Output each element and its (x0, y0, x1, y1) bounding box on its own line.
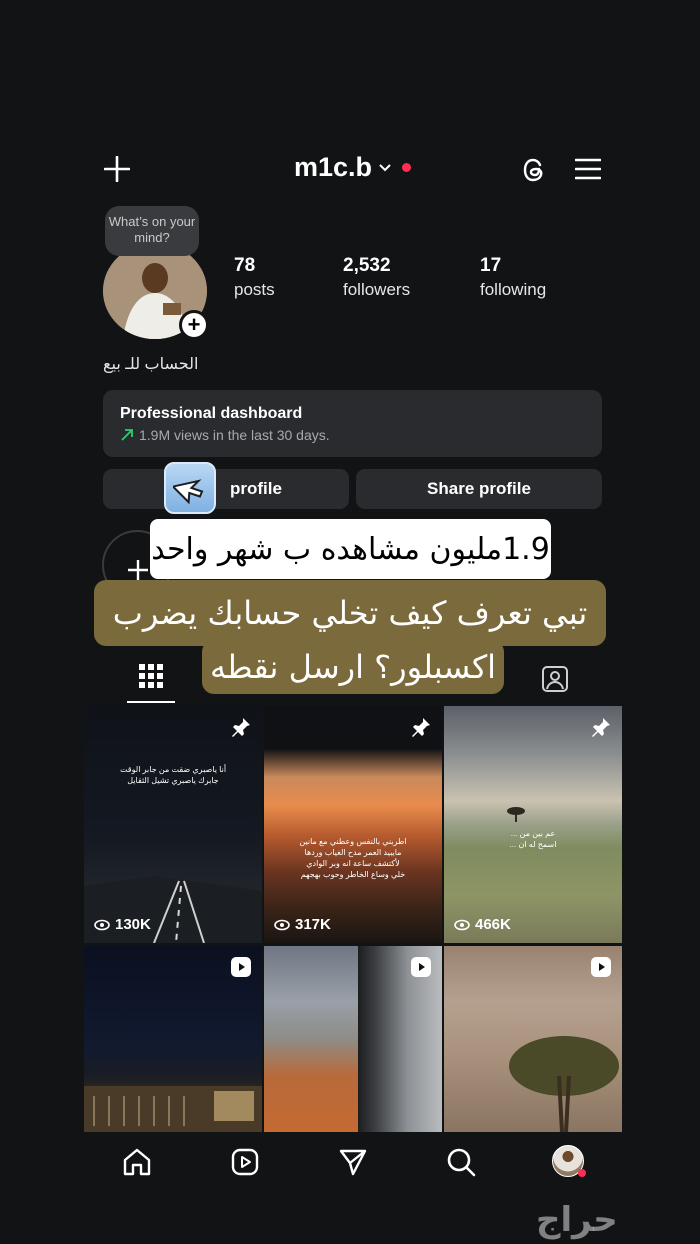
stat-following-label: following (480, 280, 547, 299)
edit-profile-button[interactable]: profile (103, 469, 349, 509)
reel-icon (410, 956, 432, 983)
tab-grid[interactable] (139, 664, 163, 692)
post-tile[interactable] (444, 946, 622, 1132)
grid-icon (139, 664, 163, 688)
eye-icon (94, 919, 110, 930)
cursor-arrow-sticker-icon (164, 462, 216, 514)
pin-icon (590, 716, 612, 743)
thought-bubble-text: What’s on your mind? (108, 214, 196, 245)
threads-icon[interactable] (519, 155, 549, 185)
direct-message-icon[interactable] (336, 1145, 370, 1179)
reel-icon (230, 956, 252, 983)
caption-views: 1.9مليون مشاهده ب شهر واحد (150, 519, 551, 579)
haraj-watermark-logo: حراج (536, 1201, 618, 1239)
post-tile[interactable]: عم بين من ... اسمح له ان ... 466K (444, 706, 622, 943)
post-overlay-text: عم بين من ... اسمح له ان ... (509, 829, 557, 849)
dashboard-title: Professional dashboard (120, 405, 303, 422)
caption-explore-line1: تبي تعرف كيف تخلي حسابك يضرب (94, 580, 606, 646)
reels-icon[interactable] (228, 1145, 262, 1179)
stat-following-value: 17 (480, 255, 502, 276)
stat-posts-value: 78 (234, 255, 256, 276)
dashboard-subtitle-row: 1.9M views in the last 30 days. (120, 427, 585, 443)
stat-followers-label: followers (343, 280, 411, 299)
post-tile[interactable]: اطربني بالنفس وعطني مع مانين مايبيد العم… (264, 706, 442, 943)
edit-profile-label: profile (230, 479, 282, 498)
hamburger-menu-icon[interactable] (574, 156, 602, 182)
caption-explore-line2: اكسبلور؟ ارسل نقطه (202, 640, 504, 694)
post-tile[interactable] (84, 946, 262, 1132)
post-views-count: 317K (295, 916, 331, 933)
share-profile-label: Share profile (427, 479, 531, 498)
create-plus-icon[interactable] (103, 155, 131, 183)
stat-posts[interactable]: 78 posts (234, 255, 275, 300)
post-overlay-text: أنا ياصبري ضقت من جابر الوقت جابرك ياصبر… (119, 765, 227, 785)
eye-icon (454, 919, 470, 930)
post-overlay-text: اطربني بالنفس وعطني مع مانين مايبيد العم… (299, 837, 407, 879)
nav-notification-dot (578, 1169, 586, 1177)
profile-bio: الحساب للـ بيع (103, 356, 199, 373)
pin-icon (230, 716, 252, 743)
tagged-person-icon (542, 666, 568, 692)
username-label: m1c.b (294, 152, 373, 182)
tab-tagged[interactable] (541, 665, 569, 693)
stat-following[interactable]: 17 following (480, 255, 546, 300)
post-views: 466K (454, 916, 511, 933)
post-views: 130K (94, 916, 151, 933)
trend-up-arrow-icon (121, 429, 133, 441)
share-profile-button[interactable]: Share profile (356, 469, 602, 509)
add-story-plus-icon[interactable]: + (179, 310, 209, 340)
reel-icon (590, 956, 612, 983)
notification-dot (402, 163, 412, 172)
post-views-count: 466K (475, 916, 511, 933)
stat-followers[interactable]: 2,532 followers (343, 255, 410, 300)
stat-posts-label: posts (234, 280, 275, 299)
post-views-count: 130K (115, 916, 151, 933)
post-tile[interactable] (264, 946, 442, 1132)
professional-dashboard[interactable]: Professional dashboard 1.9M views in the… (103, 390, 602, 457)
search-icon[interactable] (444, 1145, 478, 1179)
chevron-down-icon (379, 163, 391, 171)
eye-icon (274, 919, 290, 930)
post-tile[interactable]: أنا ياصبري ضقت من جابر الوقت جابرك ياصبر… (84, 706, 262, 943)
pin-icon (410, 716, 432, 743)
home-icon[interactable] (120, 1145, 154, 1179)
active-tab-indicator (127, 701, 175, 703)
username-switcher[interactable]: m1c.b (294, 152, 412, 183)
post-views: 317K (274, 916, 331, 933)
stat-followers-value: 2,532 (343, 255, 391, 276)
dashboard-subtitle: 1.9M views in the last 30 days. (139, 427, 330, 443)
notes-thought-bubble[interactable]: What’s on your mind? (105, 206, 199, 256)
